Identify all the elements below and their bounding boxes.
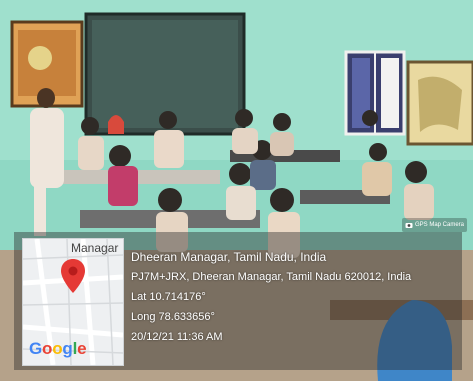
map-pin-icon — [61, 259, 85, 293]
app-watermark: GPS Map Camera — [402, 218, 468, 232]
geotagged-photo: Managar Google Dheeran Managar, Tamil Na… — [0, 0, 473, 381]
camera-icon — [405, 223, 413, 228]
location-info: Dheeran Managar, Tamil Nadu, India PJ7M+… — [131, 247, 461, 347]
timestamp: 20/12/21 11:36 AM — [131, 331, 223, 343]
google-logo: Google — [29, 339, 87, 358]
full-address: PJ7M+JRX, Dheeran Managar, Tamil Nadu 62… — [131, 271, 412, 283]
map-area-label: Managar — [71, 241, 119, 255]
map-thumbnail: Managar Google — [22, 238, 124, 366]
app-name: GPS Map Camera — [415, 222, 465, 228]
latitude: Lat 10.714176° — [131, 291, 206, 303]
place-name: Dheeran Managar, Tamil Nadu, India — [131, 250, 327, 264]
longitude: Long 78.633656° — [131, 311, 215, 323]
